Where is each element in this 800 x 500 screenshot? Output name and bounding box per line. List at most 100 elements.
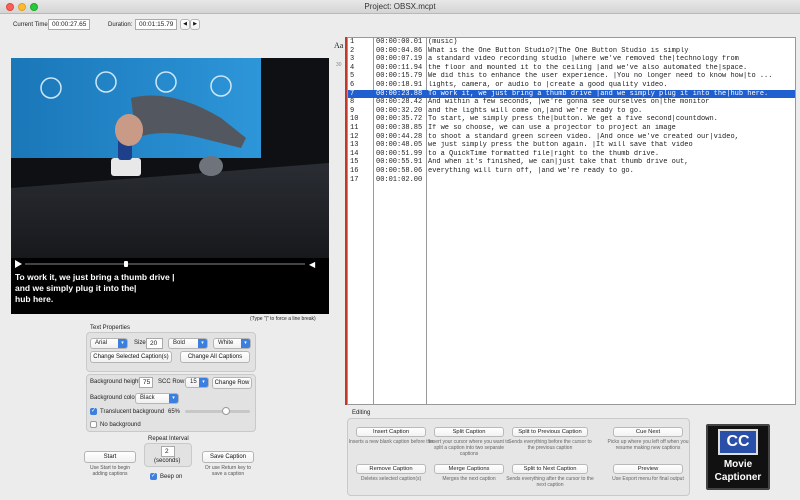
video-player[interactable]: ◀: [11, 58, 329, 270]
row-number: 16: [350, 167, 359, 175]
scrubber-knob[interactable]: [124, 261, 129, 267]
logo-text-line1: Movie: [723, 459, 753, 470]
logo-cc-badge: CC: [718, 429, 758, 455]
table-row[interactable]: 5 00:00:15.79 We did this to enhance the u…: [348, 72, 795, 81]
row-caption-text[interactable]: everything will turn off, |and we're rea…: [428, 167, 794, 176]
table-row[interactable]: 4 00:00:11.94 the floor and mounted it to …: [348, 63, 795, 73]
scc-row-value: 15: [190, 379, 197, 385]
scc-row-select[interactable]: 15 ▾: [185, 377, 209, 388]
background-height-field[interactable]: 75: [139, 377, 153, 388]
insert-caption-button[interactable]: Insert Caption: [356, 427, 426, 437]
repeat-interval-label: Repeat Interval: [148, 436, 189, 442]
remove-caption-description: Deletes selected caption(s): [360, 476, 422, 482]
translucent-checkbox[interactable]: ✓: [90, 408, 97, 415]
change-row-button[interactable]: Change Row: [212, 377, 252, 389]
text-color-value: White: [218, 340, 234, 346]
table-row[interactable]: 2 00:00:04.86 What is the One Button Studi…: [348, 47, 795, 56]
row-timecode: 00:00:48.05: [376, 141, 423, 150]
slider-knob[interactable]: [222, 407, 231, 415]
row-caption-text[interactable]: To start, we simply press the|button. We…: [428, 115, 794, 124]
play-icon[interactable]: [15, 260, 22, 268]
table-row[interactable]: 1 00:00:00.01 (music): [348, 38, 795, 47]
table-row[interactable]: 3 00:00:07.19 a standard video recording s…: [348, 55, 795, 64]
cue-next-button[interactable]: Cue Next: [613, 427, 683, 437]
table-row[interactable]: 8 00:00:28.42 And within a few seconds, |w…: [348, 98, 795, 107]
start-button[interactable]: Start: [84, 451, 136, 463]
step-forward-button[interactable]: ▶: [190, 19, 200, 30]
scrubber-track[interactable]: [25, 261, 305, 267]
translucent-label: Translucent background: [100, 409, 165, 415]
beep-checkbox[interactable]: ✓: [150, 473, 157, 480]
row-caption-text[interactable]: To work it, we just bring a thumb drive …: [428, 90, 794, 99]
row-timecode: 00:00:51.99: [376, 149, 423, 158]
row-timecode: 00:00:55.91: [376, 158, 423, 167]
preview-button[interactable]: Preview: [613, 464, 683, 474]
row-number: 10: [350, 115, 359, 124]
table-row[interactable]: 10 00:00:35.72 To start, we simply press t…: [348, 115, 795, 124]
row-caption-text[interactable]: the floor and mounted it to the ceiling …: [428, 64, 794, 73]
cue-next-description: Picks up where you left off when you res…: [607, 439, 689, 451]
row-caption-text[interactable]: We did this to enhance the user experien…: [428, 72, 794, 81]
row-caption-text[interactable]: (music): [428, 38, 794, 47]
translucent-slider[interactable]: [185, 407, 250, 415]
row-timecode: 00:00:23.88: [376, 89, 423, 98]
split-caption-description: Insert your cursor where you want to spl…: [428, 439, 510, 457]
table-row[interactable]: 14 00:00:51.99 to a QuickTime formatted fi…: [348, 149, 795, 159]
table-row[interactable]: 9 00:00:32.20 and the lights will come on,…: [348, 107, 795, 116]
save-caption-button[interactable]: Save Caption: [202, 451, 254, 463]
step-back-button[interactable]: ◀: [180, 19, 190, 30]
row-number: 17: [350, 175, 359, 184]
row-caption-text[interactable]: If we so choose, we can use a projector …: [428, 124, 794, 133]
dropdown-arrow-icon: ▾: [118, 339, 127, 348]
volume-icon[interactable]: ◀: [309, 260, 315, 269]
row-number: 7: [350, 89, 355, 98]
row-caption-text[interactable]: and the lights will come on,|and we're r…: [428, 107, 794, 116]
size-field[interactable]: 20: [146, 338, 163, 349]
font-size-value: 30: [336, 62, 342, 68]
start-description: Use Start to begin adding captions: [89, 465, 131, 477]
font-select[interactable]: Arial ▾: [90, 338, 128, 349]
scc-row-label: SCC Row:: [158, 379, 187, 385]
split-to-previous-button[interactable]: Split to Previous Caption: [512, 427, 588, 437]
row-number: 11: [350, 124, 359, 132]
table-row[interactable]: 11 00:00:38.85 If we so choose, we can use…: [348, 124, 795, 133]
change-selected-captions-button[interactable]: Change Selected Caption(s): [90, 351, 172, 363]
video-controls: ◀: [11, 258, 329, 270]
no-background-checkbox[interactable]: [90, 421, 97, 428]
merge-captions-description: Merges the next caption: [442, 476, 496, 482]
row-caption-text[interactable]: And within a few seconds, |we're gonna s…: [428, 98, 794, 107]
row-caption-text[interactable]: a standard video recording studio |where…: [428, 55, 794, 64]
beep-label: Beep on: [160, 474, 183, 480]
text-color-select[interactable]: White ▾: [213, 338, 251, 349]
row-caption-text[interactable]: to a QuickTime formatted file|right to t…: [428, 150, 794, 159]
split-caption-button[interactable]: Split Caption: [434, 427, 504, 437]
table-row[interactable]: 15 00:00:55.91 And when it's finished, we …: [348, 158, 795, 167]
merge-captions-button[interactable]: Merge Captions: [434, 464, 504, 474]
translucent-value: 65%: [168, 409, 181, 415]
row-caption-text[interactable]: And when it's finished, we can|just take…: [428, 158, 794, 167]
caption-preview: To work it, we just bring a thumb drive …: [11, 270, 329, 314]
table-row[interactable]: 6 00:00:18.91 lights, camera, or audio to …: [348, 81, 795, 90]
repeat-interval-field[interactable]: 2: [161, 446, 175, 457]
caption-table[interactable]: 1 00:00:00.01 (music) 2 00:00:04.86 What is t…: [347, 37, 796, 405]
duration-field: 00:01:15.79: [135, 19, 177, 30]
row-timecode: 00:00:07.19: [376, 55, 423, 64]
row-caption-text[interactable]: we just simply press the button again. |…: [428, 141, 794, 150]
table-row[interactable]: 16 00:00:58.06 everything will turn off, |…: [348, 167, 795, 176]
split-to-next-button[interactable]: Split to Next Caption: [512, 464, 588, 474]
row-caption-text[interactable]: to shoot a standard green screen video. …: [428, 133, 794, 142]
remove-caption-button[interactable]: Remove Caption: [356, 464, 426, 474]
table-row[interactable]: 7 00:00:23.88 To work it, we just bring a …: [348, 89, 795, 99]
row-caption-text[interactable]: What is the One Button Studio?|The One B…: [428, 47, 794, 56]
row-caption-text[interactable]: lights, camera, or audio to |create a go…: [428, 81, 794, 90]
row-timecode: 00:00:11.94: [376, 63, 423, 72]
background-color-select[interactable]: Black ▾: [135, 393, 179, 404]
change-all-captions-button[interactable]: Change All Captions: [180, 351, 250, 363]
row-number: 3: [350, 55, 355, 64]
font-size-icon[interactable]: Aa: [334, 41, 343, 50]
table-row[interactable]: 13 00:00:48.05 we just simply press the bu…: [348, 141, 795, 150]
table-row[interactable]: 17 00:01:02.00: [348, 175, 795, 185]
table-row[interactable]: 12 00:00:44.28 to shoot a standard green s…: [348, 133, 795, 142]
insert-caption-description: Inserts a new blank caption before the: [348, 439, 434, 445]
weight-select[interactable]: Bold ▾: [168, 338, 208, 349]
